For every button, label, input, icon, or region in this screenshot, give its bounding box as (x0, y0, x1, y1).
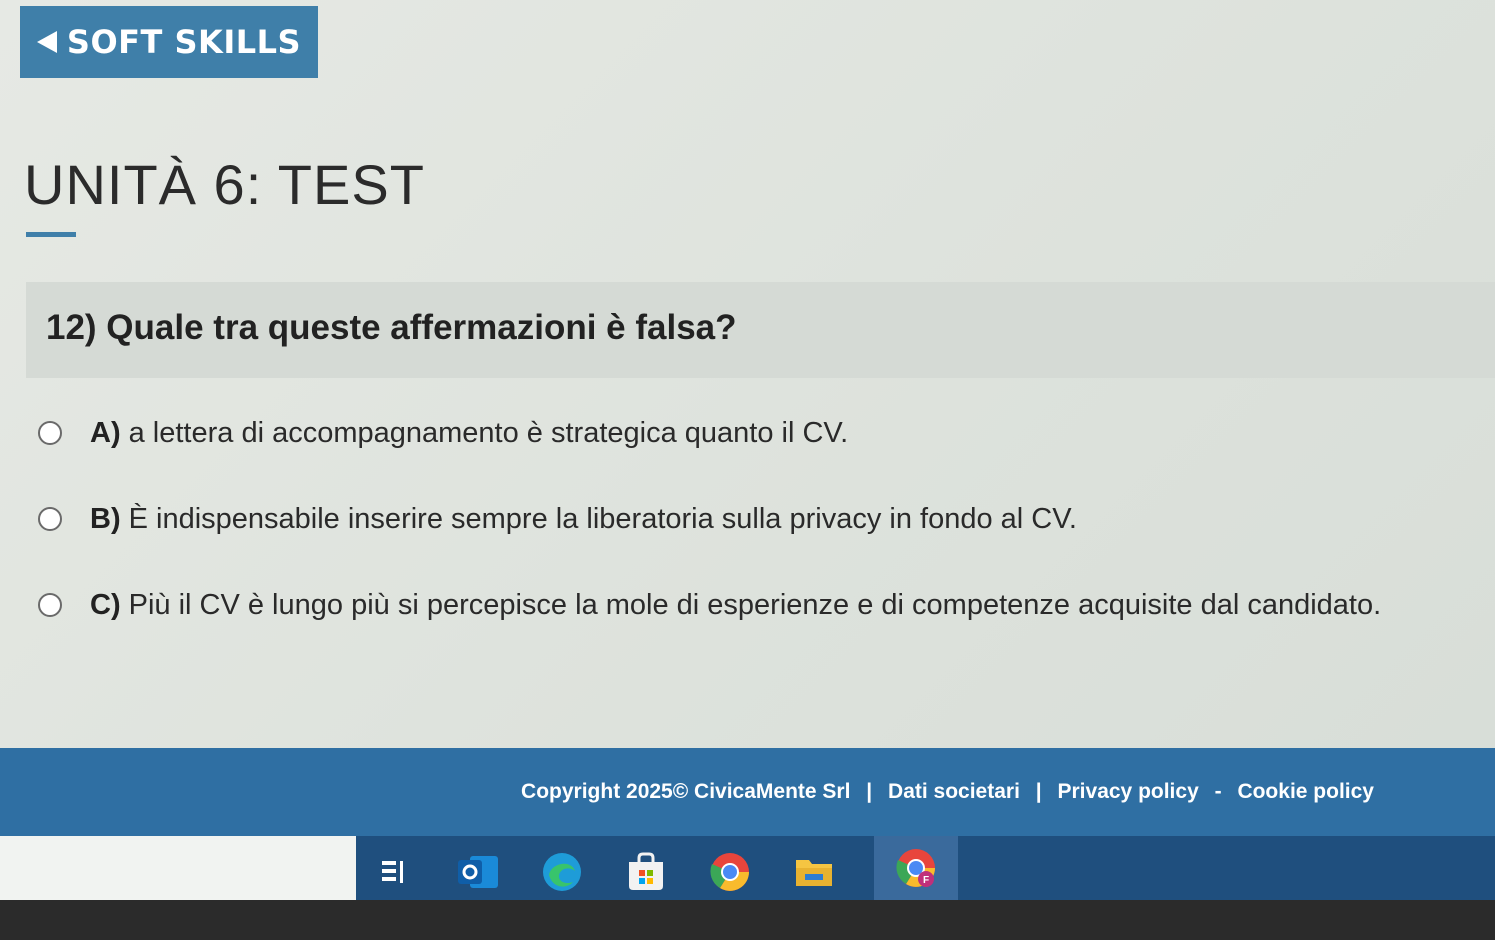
back-button-soft-skills[interactable]: SOFT SKILLS (20, 6, 318, 78)
task-view-icon[interactable] (370, 849, 418, 895)
store-icon[interactable] (622, 849, 670, 895)
question-text: 12) Quale tra queste affermazioni è fals… (46, 308, 737, 347)
answer-letter-c: C) (90, 588, 121, 621)
site-footer: Copyright 2025© CivicaMente Srl | Dati s… (0, 748, 1495, 836)
page: SOFT SKILLS UNITÀ 6: TEST 12) Quale tra … (0, 0, 1495, 940)
answer-text-b: È indispensabile inserire sempre la libe… (128, 502, 1077, 535)
footer-separator: | (1035, 780, 1042, 803)
answer-option-a[interactable]: A) a lettera di accompagnamento è strate… (36, 390, 1476, 476)
back-button-label: SOFT SKILLS (66, 23, 302, 61)
radio-button-c[interactable] (38, 593, 62, 617)
answer-option-c[interactable]: C) Più il CV è lungo più si percepisce l… (36, 562, 1476, 648)
footer-link-privacy-policy[interactable]: Privacy policy (1058, 780, 1199, 803)
chrome-icon[interactable] (706, 849, 754, 895)
radio-button-b[interactable] (38, 507, 62, 531)
footer-links: Copyright 2025© CivicaMente Srl | Dati s… (519, 780, 1376, 804)
footer-link-cookie-policy[interactable]: Cookie policy (1237, 780, 1374, 803)
title-underline (26, 232, 76, 237)
edge-icon[interactable] (538, 849, 586, 895)
back-arrow-icon (36, 31, 57, 53)
answer-list: A) a lettera di accompagnamento è strate… (36, 390, 1476, 648)
answer-text-c: Più il CV è lungo più si percepisce la m… (128, 588, 1382, 621)
footer-copyright: Copyright 2025© CivicaMente Srl (521, 780, 851, 803)
answer-letter-b: B) (90, 502, 121, 535)
chrome-profile-icon[interactable]: F (874, 836, 958, 900)
windows-taskbar: F (0, 836, 1495, 900)
footer-dash: - (1214, 780, 1222, 803)
footer-link-dati-societari[interactable]: Dati societari (888, 780, 1020, 803)
question-box: 12) Quale tra queste affermazioni è fals… (26, 282, 1495, 378)
screen-bezel (0, 900, 1495, 940)
answer-text-a: a lettera di accompagnamento è strategic… (128, 416, 849, 449)
chrome-profile-letter: F (923, 875, 929, 886)
taskbar-search-box[interactable] (0, 836, 356, 900)
file-explorer-icon[interactable] (790, 849, 838, 895)
outlook-icon[interactable] (454, 849, 502, 895)
answer-letter-a: A) (90, 416, 121, 449)
taskbar-icons: F (370, 836, 958, 900)
page-title: UNITÀ 6: TEST (24, 153, 425, 216)
answer-option-b[interactable]: B) È indispensabile inserire sempre la l… (36, 476, 1476, 562)
radio-button-a[interactable] (38, 421, 62, 445)
footer-separator: | (866, 780, 873, 803)
